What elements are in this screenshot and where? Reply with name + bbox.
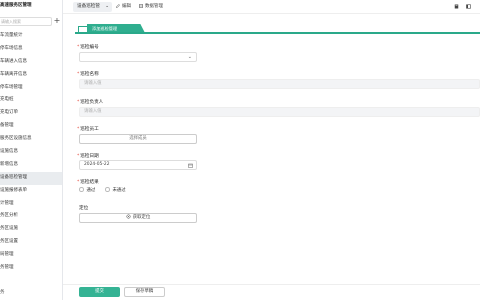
edit-button[interactable]: 编辑 [116,3,131,11]
edit-label: 编辑 [122,4,131,9]
data-manage-label: 数据管理 [145,4,163,9]
chevron-down-icon: ⌄ [187,54,192,60]
radio-fail-label: 未通过 [112,187,126,193]
sidebar-item[interactable]: 车辆离开信息 [0,69,62,82]
get-location-label: 获取定位 [132,215,151,220]
owner-input[interactable]: 请输入值 [79,107,480,117]
save-draft-button[interactable]: 保存草稿 [124,287,165,297]
sidebar-item[interactable]: 服务区设施信息 [0,133,62,146]
form-tabbar: 添加巡检管理 [75,24,480,34]
code-select[interactable]: ⌄ [79,52,197,62]
name-label-text: 巡检名称 [80,72,99,77]
submit-button[interactable]: 提交 [79,287,120,297]
get-location-button[interactable]: 获取定位 [79,213,197,223]
owner-label-text: 巡检负责人 [80,100,104,105]
result-label: *巡检结果 [77,179,99,185]
book-icon[interactable] [454,4,459,9]
form-panel: 添加巡检管理 *巡检编号 ⌄ *巡检名称 请输入值 *巡检负责人 请输入值 *巡… [63,14,480,300]
required-mark: * [77,100,80,105]
location-label: 定位 [79,206,89,211]
result-label-text: 巡检结果 [80,180,99,185]
radio-circle-icon [105,187,110,192]
sidebar-item[interactable]: 务区设施 [0,223,62,236]
tab-underline [75,32,480,34]
sidebar-item[interactable]: 停车场信息 [0,43,62,56]
name-input[interactable]: 请输入值 [79,79,480,89]
page-selector-label: 设备巡检管 [77,4,100,9]
sidebar-item[interactable]: 车辆进入信息 [0,56,62,69]
sidebar-item[interactable]: 务管理 [0,262,62,275]
app-window: 高速服务区管理 请输入搜索 + 车流量统计 停车场信息 车辆进入信息 车辆离开信… [0,0,480,300]
name-label: *巡检名称 [77,71,99,77]
add-icon[interactable]: + [53,17,61,26]
sidebar-menu: 车流量统计 停车场信息 车辆进入信息 车辆离开信息 停车场管理 充电桩 充电订单… [0,30,62,275]
sidebar-search-input[interactable]: 请输入搜索 [0,17,52,26]
required-mark: * [77,154,80,159]
radio-pass[interactable]: 通过 [79,187,95,194]
radio-pass-label: 通过 [86,187,96,193]
target-icon [126,214,131,219]
date-label-text: 巡检日期 [80,154,99,159]
sidebar-footer[interactable]: 务 [0,289,5,295]
date-input[interactable]: 2024-05-22 [79,160,197,170]
sidebar-item[interactable]: 局管理 [0,249,62,262]
sidebar-item[interactable]: 设施信息 [0,146,62,159]
required-mark: * [77,45,80,50]
data-manage-button[interactable]: 数据管理 [139,3,163,11]
sidebar-item[interactable]: 车流量统计 [0,30,62,43]
code-label-text: 巡检编号 [80,45,99,50]
pencil-icon [116,3,120,8]
worker-label-text: 巡检员工 [80,127,99,132]
sidebar: 高速服务区管理 请输入搜索 + 车流量统计 停车场信息 车辆进入信息 车辆离开信… [0,0,63,300]
required-mark: * [77,180,80,185]
sidebar-item[interactable]: 计管理 [0,198,62,211]
select-member-button[interactable]: 选择成员 [79,134,197,144]
date-label: *巡检日期 [77,153,99,159]
chevron-down-icon: ⌄ [105,4,109,9]
required-mark: * [77,72,80,77]
owner-label: *巡检负责人 [77,99,103,105]
sidebar-item[interactable]: 充电订单 [0,107,62,120]
worker-label: *巡检员工 [77,126,99,132]
sidebar-toggle-icon[interactable] [466,4,471,9]
sidebar-item[interactable]: 充电桩 [0,94,62,107]
grid-icon [139,3,143,8]
sidebar-item[interactable]: 新增信息 [0,159,62,172]
sidebar-item[interactable]: 停车场管理 [0,82,62,95]
page-selector[interactable]: 设备巡检管 ⌄ [73,2,112,12]
date-value: 2024-05-22 [84,162,110,167]
sidebar-item[interactable]: 务区设置 [0,236,62,249]
sidebar-item[interactable]: 务区分析 [0,210,62,223]
required-mark: * [77,127,80,132]
form-footer: 提交 保存草稿 [63,284,480,300]
radio-fail[interactable]: 未通过 [105,187,126,194]
sidebar-item[interactable]: 设施报修表单 [0,185,62,198]
app-title: 高速服务区管理 [0,3,32,8]
code-label: *巡检编号 [77,44,99,50]
calendar-icon [188,163,193,168]
radio-circle-icon [79,187,84,192]
sidebar-item-active[interactable]: 设备巡检管理 [0,171,62,185]
sidebar-item[interactable]: 备管理 [0,120,62,133]
top-toolbar: 设备巡检管 ⌄ 编辑 数据管理 [63,0,480,14]
